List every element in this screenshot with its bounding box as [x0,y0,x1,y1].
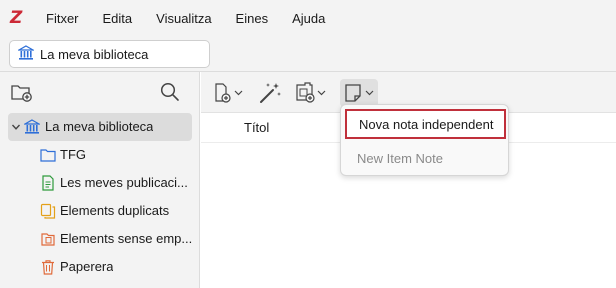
library-tab-label: La meva biblioteca [40,46,149,62]
menu-item-new-standalone-note[interactable]: Nova nota independent [345,109,506,139]
tree-item-label: Elements sense emp... [60,231,193,246]
new-collection-icon [11,85,32,102]
menu-file[interactable]: Fitxer [46,11,79,26]
note-icon [345,84,361,102]
tree-item-unfiled[interactable]: Elements sense emp... [0,225,200,253]
unfiled-icon [40,231,56,247]
document-icon [40,175,56,191]
column-title[interactable]: Títol [244,120,269,135]
attachment-icon [296,82,315,103]
library-icon [22,119,42,135]
collections-toolbar [0,72,199,113]
magic-wand-icon [260,83,281,103]
duplicate-icon [40,203,56,219]
folder-icon [40,147,56,163]
tree-item-label: La meva biblioteca [45,119,154,134]
trash-icon [40,259,56,275]
tree-item-my-library[interactable]: La meva biblioteca [8,113,192,141]
chevron-down-icon [365,90,374,96]
menu-view[interactable]: Visualitza [156,11,211,26]
new-attachment-button[interactable] [293,79,331,107]
search-icon [160,82,179,101]
tree-item-tfg[interactable]: TFG [0,141,200,169]
chevron-down-icon[interactable] [10,121,22,133]
collections-pane: La meva biblioteca TFG Les meves publica… [0,72,200,288]
tree-item-label: Elements duplicats [60,203,170,218]
menu-tools[interactable]: Eines [236,11,269,26]
new-item-icon [215,83,231,103]
tree-item-label: Paperera [60,259,114,274]
tree-item-my-publications[interactable]: Les meves publicaci... [0,169,200,197]
zotero-logo: Z [10,7,23,28]
new-note-button[interactable] [340,79,378,107]
tab-bar: La meva biblioteca [0,36,616,72]
library-icon [16,44,36,64]
new-note-menu: Nova nota independent New Item Note [340,104,509,176]
tree-item-label: Les meves publicaci... [60,175,188,190]
new-item-button[interactable] [213,79,249,107]
tree-item-duplicates[interactable]: Elements duplicats [0,197,200,225]
menu-edit[interactable]: Edita [103,11,133,26]
menu-help[interactable]: Ajuda [292,11,325,26]
menu-item-new-item-note: New Item Note [357,150,443,166]
search-collections-button[interactable] [159,81,183,105]
collection-tree: La meva biblioteca TFG Les meves publica… [0,113,200,281]
tree-item-label: TFG [60,147,86,162]
menu-bar: Z Fitxer Edita Visualitza Eines Ajuda [0,0,616,36]
add-by-identifier-button[interactable] [256,79,284,107]
new-collection-button[interactable] [10,81,36,105]
library-tab[interactable]: La meva biblioteca [9,40,210,68]
chevron-down-icon [234,90,243,96]
chevron-down-icon [317,90,326,96]
tree-item-trash[interactable]: Paperera [0,253,200,281]
